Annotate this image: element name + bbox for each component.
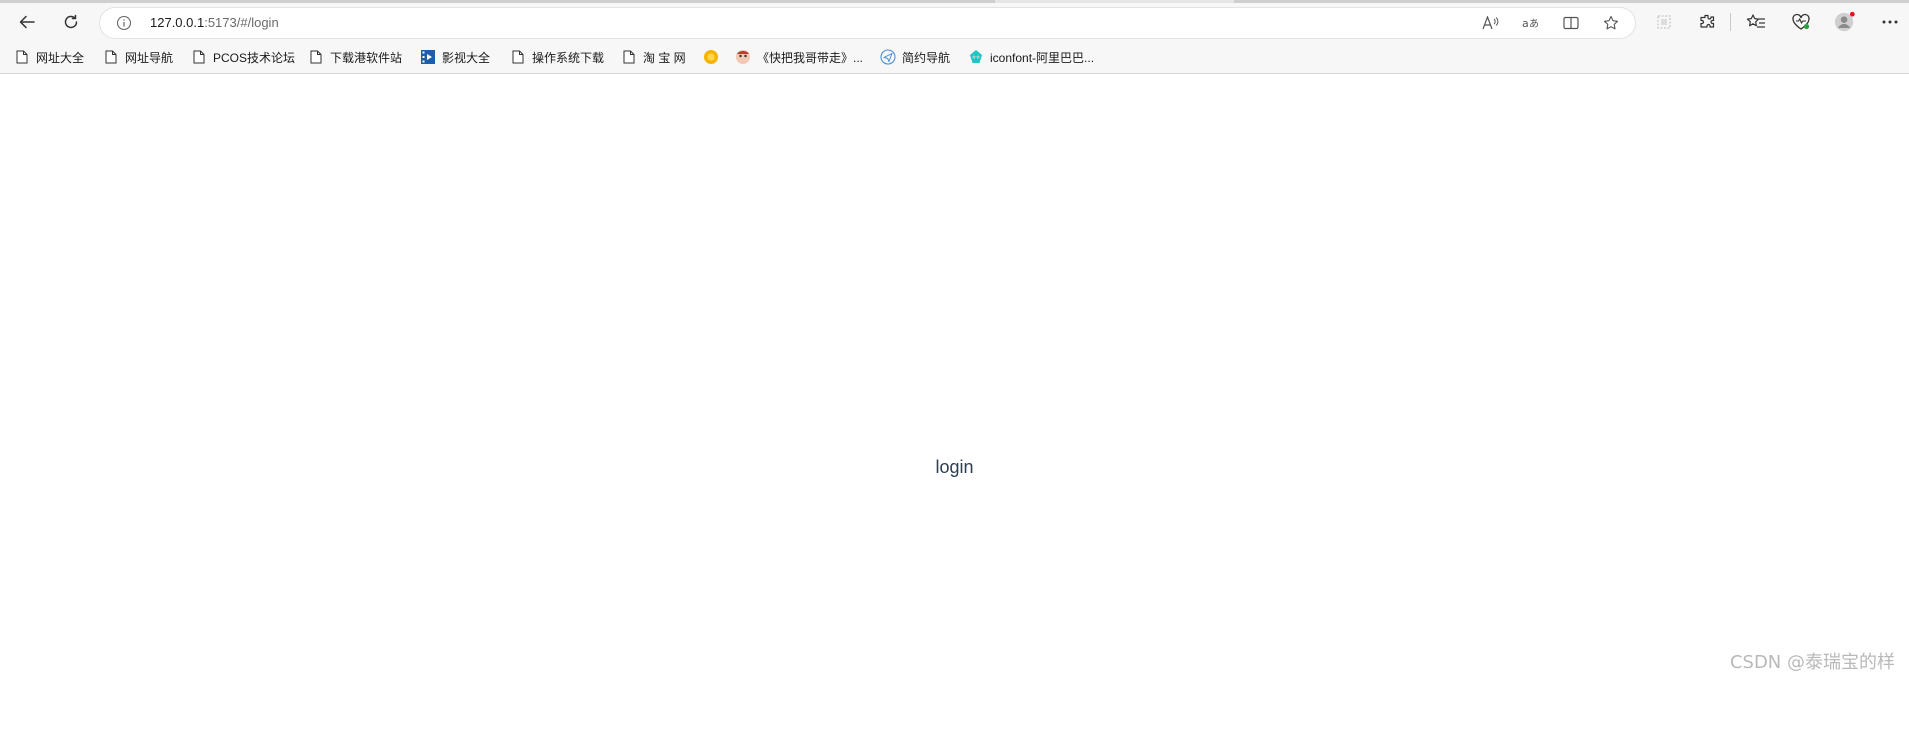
bookmark-item[interactable]: 影视大全: [420, 47, 490, 67]
bookmark-item[interactable]: 操作系统下载: [510, 47, 604, 67]
bookmark-item[interactable]: 淘 宝 网: [621, 47, 686, 67]
page-icon: [14, 49, 30, 65]
back-arrow-icon: [19, 15, 35, 29]
paper-plane-icon: [880, 49, 896, 65]
bookmarks-bar: 网址大全 网址导航 PCOS技术论坛 下载港软件站 影视大全 操作系统下载 淘 …: [0, 41, 1909, 74]
bookmark-item[interactable]: [703, 47, 725, 67]
split-screen-icon[interactable]: [1562, 15, 1580, 31]
bookmark-label: 下载港软件站: [330, 50, 403, 65]
browser-window: 127.0.0.1:5173/#/login aあ 网址大全 网址导航 PCOS…: [0, 0, 1909, 752]
bookmark-item[interactable]: 下载港软件站: [308, 47, 402, 67]
bookmark-item[interactable]: PCOS技术论坛: [191, 47, 295, 67]
bookmark-label: 网址导航: [125, 50, 174, 65]
url-host: 127.0.0.1: [150, 15, 205, 30]
sun-icon: [703, 49, 719, 65]
bookmark-label: 《快把我哥带走》...: [757, 50, 864, 65]
cartoon-icon: [735, 49, 751, 65]
refresh-icon: [64, 14, 78, 29]
screenshot-icon[interactable]: [1653, 11, 1675, 33]
browser-toolbar: 127.0.0.1:5173/#/login aあ: [0, 3, 1909, 41]
address-bar[interactable]: 127.0.0.1:5173/#/login aあ: [100, 8, 1635, 38]
favorites-icon[interactable]: [1745, 11, 1767, 33]
page-icon: [621, 49, 637, 65]
bookmark-label: 简约导航: [902, 50, 951, 65]
page-icon: [510, 49, 526, 65]
watermark: CSDN @泰瑞宝的样: [1729, 652, 1895, 673]
toolbar-divider: [1730, 13, 1731, 31]
browser-essentials-icon[interactable]: [1790, 11, 1812, 33]
bookmark-label: 网址大全: [36, 50, 85, 65]
bookmark-item[interactable]: 网址大全: [14, 47, 84, 67]
translate-icon[interactable]: aあ: [1522, 15, 1540, 31]
page-icon: [308, 49, 324, 65]
page-icon: [103, 49, 119, 65]
svg-text:あ: あ: [1529, 18, 1539, 30]
bookmark-label: 淘 宝 网: [643, 50, 686, 65]
svg-text:a: a: [1522, 17, 1529, 30]
iconfont-icon: [968, 49, 984, 65]
bookmark-label: 影视大全: [442, 50, 491, 65]
film-icon: [420, 49, 436, 65]
bookmark-item[interactable]: 网址导航: [103, 47, 173, 67]
bookmark-item[interactable]: iconfont-阿里巴巴...: [968, 47, 1094, 67]
page-icon: [191, 49, 207, 65]
bookmark-label: 操作系统下载: [532, 50, 605, 65]
url-text[interactable]: 127.0.0.1:5173/#/login: [150, 15, 279, 30]
page-content: [0, 74, 1909, 752]
favorite-star-icon[interactable]: [1602, 15, 1620, 31]
profile-avatar-icon[interactable]: [1834, 11, 1856, 33]
more-menu-icon[interactable]: [1879, 11, 1901, 33]
back-button[interactable]: [13, 8, 41, 36]
bookmark-item[interactable]: 简约导航: [880, 47, 950, 67]
url-path: :5173/#/login: [204, 15, 279, 30]
login-text: login: [935, 457, 974, 477]
bookmark-item[interactable]: 《快把我哥带走》...: [735, 47, 863, 67]
info-icon[interactable]: [116, 15, 132, 31]
read-aloud-icon[interactable]: [1482, 15, 1500, 31]
extensions-icon[interactable]: [1696, 11, 1718, 33]
bookmark-label: PCOS技术论坛: [213, 50, 296, 65]
refresh-button[interactable]: [57, 8, 85, 36]
bookmark-label: iconfont-阿里巴巴...: [990, 50, 1095, 65]
